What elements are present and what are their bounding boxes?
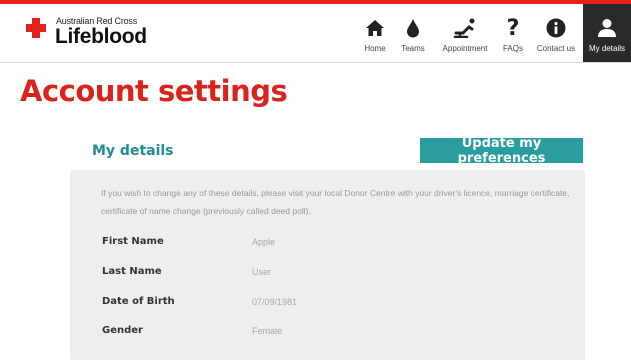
nav-item-my-details[interactable]: My details <box>583 4 631 62</box>
blood-drop-icon <box>393 16 433 40</box>
nav-item-home[interactable]: Home <box>357 4 393 62</box>
question-mark-icon: ? <box>506 15 520 41</box>
nav-label: Teams <box>401 44 425 53</box>
field-label: Last Name <box>102 266 162 277</box>
nav-label: Contact us <box>536 44 576 53</box>
field-value: 07/09/1981 <box>252 297 298 307</box>
my-details-heading: My details <box>92 143 174 159</box>
nav-item-contact-us[interactable]: Contact us <box>529 4 583 62</box>
nav-label: My details <box>588 44 625 53</box>
user-icon <box>583 16 631 40</box>
info-icon <box>529 16 583 40</box>
field-label: First Name <box>102 236 164 247</box>
change-details-info: If you wish to change any of these detai… <box>101 188 570 216</box>
field-label: Date of Birth <box>102 296 175 307</box>
field-label: Gender <box>102 325 143 336</box>
site-header: Australian Red Cross Lifeblood Home Team… <box>0 4 631 63</box>
field-value: Female <box>252 326 283 336</box>
details-card: If you wish to change any of these detai… <box>70 170 585 360</box>
page-title: Account settings <box>20 74 288 108</box>
nav-label: Appointment <box>442 44 488 53</box>
nav-item-appointment[interactable]: Appointment <box>433 4 497 62</box>
field-value: Apple <box>252 237 276 247</box>
red-cross-icon <box>26 18 46 38</box>
nav-label: FAQs <box>502 44 523 53</box>
main-nav: Home Teams Appointment ? FAQs Contact us… <box>357 4 631 62</box>
home-icon <box>357 16 393 40</box>
nav-item-teams[interactable]: Teams <box>393 4 433 62</box>
field-value: User <box>252 267 272 277</box>
update-preferences-button[interactable]: Update my preferences <box>420 136 583 166</box>
nav-label: Home <box>364 44 386 53</box>
donation-chair-icon <box>433 16 497 40</box>
logo-brand-name: Lifeblood <box>55 25 147 48</box>
nav-item-faqs[interactable]: ? FAQs <box>497 4 529 62</box>
